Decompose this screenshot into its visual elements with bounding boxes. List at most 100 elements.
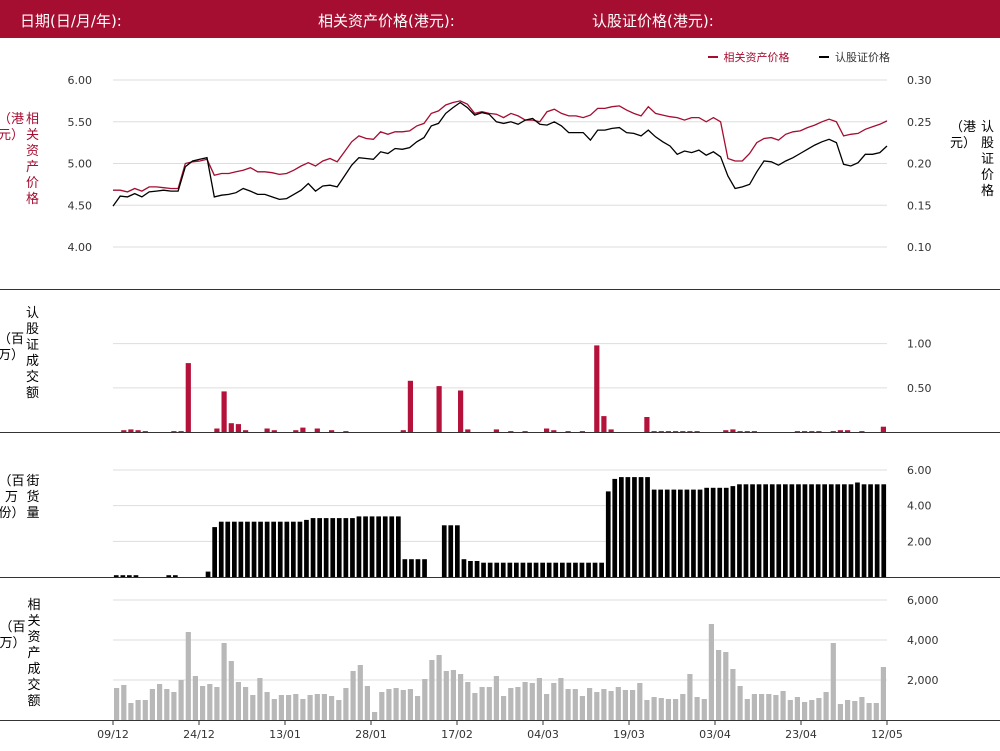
underlying-turnover-bar (450, 670, 456, 720)
underlying-turnover-bar (214, 687, 220, 720)
underlying-turnover-bar (508, 688, 514, 720)
outstanding-bar (494, 562, 500, 577)
turnover-bar (744, 431, 750, 433)
underlying-turnover-bar (343, 688, 349, 720)
underlying-turnover-bar (235, 682, 241, 720)
underlying-turnover-bar (278, 695, 284, 720)
underlying-turnover-bar (809, 700, 815, 720)
outstanding-bar (487, 562, 493, 577)
outstanding-bar (291, 521, 296, 577)
outstanding-bar (697, 489, 703, 577)
turnover-bar (751, 431, 757, 433)
outstanding-bar (874, 484, 880, 577)
x-axis-tick-label: 03/04 (699, 728, 731, 741)
outstanding-bar (566, 562, 572, 577)
turnover-bar (816, 431, 822, 433)
underlying-turnover-bar (157, 684, 163, 720)
x-axis-tick-label: 12/05 (871, 728, 903, 741)
outstanding-bar (218, 521, 224, 577)
underlying-turnover-bar (185, 632, 191, 720)
underlying-turnover-bar (429, 660, 435, 720)
underlying-turnover-bar (149, 689, 155, 720)
outstanding-tick: 2.00 (907, 535, 932, 548)
underlying-turnover-bar (364, 686, 370, 720)
underlying-turnover-bar (630, 690, 636, 720)
turnover-bar (737, 431, 743, 433)
outstanding-bar (763, 484, 768, 577)
outstanding-bar (514, 562, 519, 577)
underlying-turnover-bar (651, 697, 657, 720)
price-right-tick: 0.10 (907, 241, 932, 254)
turnover-bar (185, 363, 191, 432)
underlying-turnover-bar (436, 655, 442, 720)
outstanding-bar (592, 562, 598, 577)
turnover-bar (293, 430, 299, 432)
outstanding-bar (120, 575, 126, 577)
outstanding-bar (271, 521, 276, 577)
underlying-turnover-bar (515, 687, 521, 720)
outstanding-bar (376, 516, 381, 577)
turnover-bar (400, 430, 406, 432)
outstanding-bar (704, 487, 709, 577)
underlying-turnover-bar (142, 700, 148, 720)
outstanding-bar (336, 518, 342, 577)
underlying-turnover-bar (673, 699, 679, 720)
outstanding-bar (684, 489, 690, 577)
turnover-bar (680, 431, 686, 433)
turnover-bar (859, 431, 865, 433)
x-axis-tick-label: 09/12 (97, 728, 129, 741)
underlying-turnover-bar (787, 700, 793, 720)
outstanding-bar (422, 559, 427, 577)
underlying-turnover-bar (780, 691, 786, 720)
outstanding-bar (225, 521, 231, 577)
underlying-turnover-bar (228, 661, 234, 720)
turnover-bar (544, 428, 550, 432)
underlying-turnover-bar (880, 667, 886, 720)
x-axis-tick-label: 04/03 (527, 728, 559, 741)
underlying-turnover-bar (565, 689, 571, 720)
outstanding-bar (356, 516, 362, 577)
underlying-turnover-bar (730, 669, 736, 720)
outstanding-bar (448, 525, 454, 577)
outstanding-bar (258, 521, 263, 577)
outstanding-bar (612, 478, 618, 577)
outstanding-bar (455, 525, 460, 577)
outstanding-bar (402, 559, 408, 577)
outstanding-bar (573, 562, 578, 577)
outstanding-bar (848, 484, 854, 577)
turnover-bar (135, 430, 141, 432)
underlying-turnover-bar (257, 678, 263, 720)
underlying-turnover-bar (587, 688, 593, 720)
outstanding-bar (441, 525, 447, 577)
outstanding-bar (619, 477, 624, 577)
outstanding-bar (645, 477, 650, 577)
outstanding-bar (113, 575, 119, 577)
underlying-turnover-bar (873, 703, 879, 720)
underlying-turnover-bar (622, 690, 628, 720)
outstanding-bar (710, 487, 716, 577)
outstanding-bar (625, 477, 631, 577)
outstanding-bar (330, 518, 336, 577)
outstanding-bar (855, 482, 860, 577)
underlying-turnover-bar (171, 692, 177, 720)
underlying-turnover-bar (845, 700, 851, 720)
turnover-bar (673, 431, 679, 433)
underlying-turnover-bar (221, 643, 227, 720)
outstanding-bar (540, 562, 545, 577)
turnover-bar (343, 431, 349, 433)
underlying-turnover-bar (443, 671, 449, 720)
price-left-tick: 4.00 (68, 241, 93, 254)
underlying-turnover-bar (572, 689, 578, 720)
outstanding-bar (553, 562, 559, 577)
x-axis-tick-label: 13/01 (269, 728, 301, 741)
outstanding-bar (264, 521, 270, 577)
outstanding-bar (632, 477, 637, 577)
outstanding-bar (737, 484, 742, 577)
outstanding-bar (638, 477, 644, 577)
x-axis-tick-label: 23/04 (785, 728, 817, 741)
underlying-turnover-bar (415, 696, 421, 720)
underlying-turnover-bar (407, 689, 413, 720)
outstanding-bar (796, 484, 801, 577)
outstanding-bar (815, 484, 821, 577)
outstanding-bar (173, 575, 178, 577)
